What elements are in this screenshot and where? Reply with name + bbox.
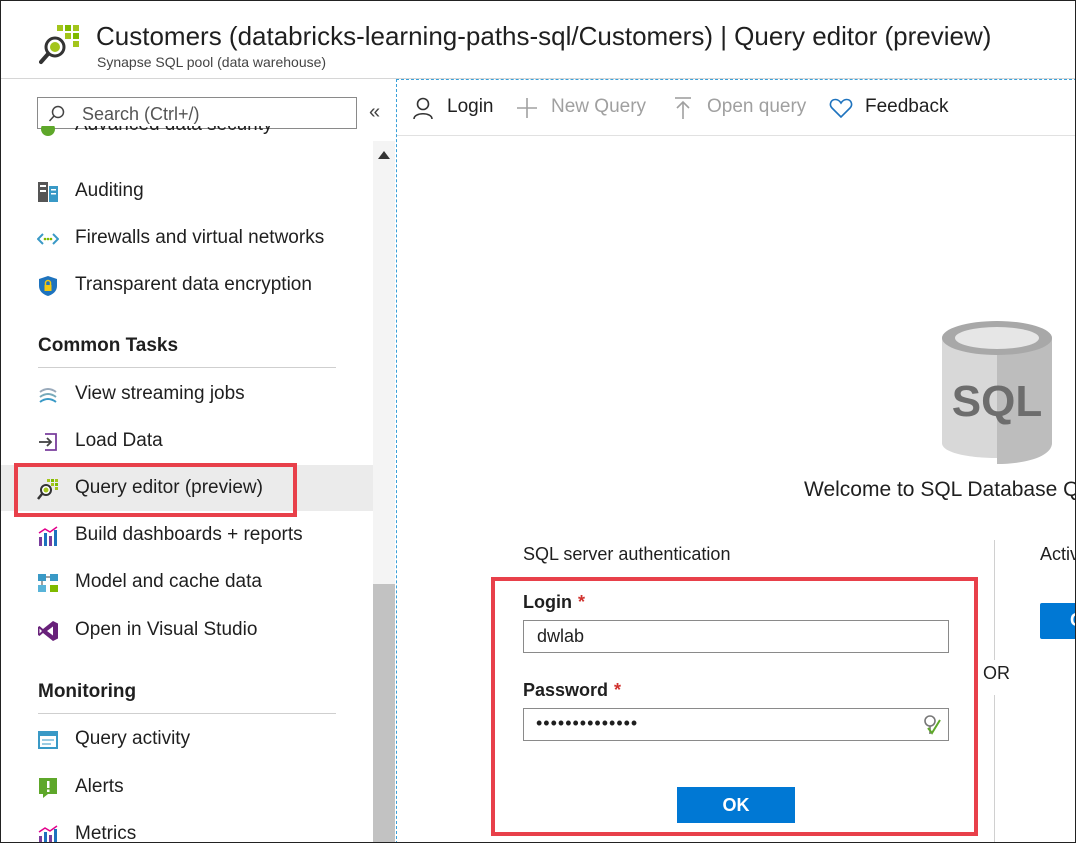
metrics-icon bbox=[38, 825, 58, 842]
scrollbar-thumb[interactable] bbox=[373, 584, 395, 842]
sql-icon-text: SQL bbox=[952, 377, 1042, 426]
highlight-box-query-editor bbox=[14, 463, 297, 517]
sidebar-item-alerts[interactable]: Alerts bbox=[1, 764, 373, 810]
feedback-label: Feedback bbox=[865, 96, 949, 117]
search-icon bbox=[48, 105, 65, 122]
alerts-icon bbox=[39, 778, 57, 798]
scroll-up-arrow-icon[interactable] bbox=[378, 151, 390, 159]
sidebar-item-firewalls[interactable]: Firewalls and virtual networks bbox=[1, 215, 373, 261]
sidebar-item-label: Auditing bbox=[75, 180, 144, 201]
section-heading-monitoring: Monitoring bbox=[38, 681, 137, 702]
sidebar-item-label: Advanced data security bbox=[75, 126, 273, 136]
login-button[interactable]: Login bbox=[411, 94, 501, 122]
query-activity-icon bbox=[38, 731, 58, 749]
continue-button-label: C bbox=[1070, 610, 1075, 631]
auditing-icon bbox=[38, 182, 58, 202]
sidebar-item-label: Firewalls and virtual networks bbox=[75, 227, 325, 248]
sidebar-item-label: View streaming jobs bbox=[75, 383, 245, 404]
window-frame: Customers (databricks-learning-paths-sql… bbox=[0, 0, 1076, 843]
shield-lock-icon bbox=[39, 276, 57, 296]
sidebar-item-view-streaming-jobs[interactable]: View streaming jobs bbox=[1, 371, 373, 417]
sidebar-item-label: Transparent data encryption bbox=[75, 274, 312, 295]
highlight-box-credentials bbox=[491, 577, 978, 836]
auth-section-title: SQL server authentication bbox=[523, 544, 731, 564]
section-divider bbox=[38, 713, 336, 714]
or-divider-bottom bbox=[994, 695, 995, 842]
load-data-icon bbox=[39, 433, 57, 451]
new-query-label: New Query bbox=[551, 96, 647, 117]
advanced-security-icon bbox=[41, 126, 55, 136]
sidebar-item-open-in-visual-studio[interactable]: Open in Visual Studio bbox=[1, 607, 373, 653]
plus-icon bbox=[517, 98, 537, 118]
sidebar-item-label: Load Data bbox=[75, 430, 163, 451]
dashboards-icon bbox=[38, 526, 58, 546]
command-bar: Login New Query Open query Feedback bbox=[397, 80, 1075, 136]
person-icon bbox=[413, 97, 433, 120]
sidebar-item-advanced-data-security[interactable]: Advanced data security bbox=[1, 126, 373, 146]
model-cache-icon bbox=[38, 574, 58, 592]
section-heading-common-tasks: Common Tasks bbox=[38, 335, 179, 356]
active-directory-continue-button[interactable]: C bbox=[1040, 603, 1075, 639]
or-divider-top bbox=[994, 540, 995, 660]
visual-studio-icon bbox=[38, 621, 58, 641]
sidebar-item-label: Open in Visual Studio bbox=[75, 619, 258, 640]
query-editor-pane: Login New Query Open query Feedback SQL … bbox=[396, 79, 1076, 842]
sidebar-item-label: Alerts bbox=[75, 776, 124, 797]
resource-menu-sidebar: Search (Ctrl+/) « Advanced data security… bbox=[1, 79, 395, 843]
sidebar-scrollbar[interactable] bbox=[373, 141, 395, 842]
page-title: Customers (databricks-learning-paths-sql… bbox=[96, 21, 992, 51]
sidebar-item-metrics[interactable]: Metrics bbox=[1, 811, 373, 843]
sidebar-item-auditing[interactable]: Auditing bbox=[1, 168, 373, 214]
new-query-button[interactable]: New Query bbox=[515, 94, 655, 122]
open-query-label: Open query bbox=[707, 96, 807, 117]
collapse-menu-button[interactable]: « bbox=[369, 101, 380, 124]
blade-header: Customers (databricks-learning-paths-sql… bbox=[1, 1, 1075, 79]
upload-arrow-icon bbox=[675, 97, 691, 119]
or-label: OR bbox=[983, 663, 1010, 683]
page-subtitle: Synapse SQL pool (data warehouse) bbox=[97, 54, 327, 70]
open-query-button[interactable]: Open query bbox=[671, 94, 811, 122]
feedback-button[interactable]: Feedback bbox=[829, 94, 959, 122]
heart-icon bbox=[829, 98, 853, 119]
sidebar-item-label: Query activity bbox=[75, 728, 191, 749]
sidebar-item-model-cache-data[interactable]: Model and cache data bbox=[1, 559, 373, 605]
sidebar-item-label: Build dashboards + reports bbox=[75, 524, 303, 545]
firewall-icon bbox=[37, 233, 59, 245]
search-input[interactable]: Search (Ctrl+/) bbox=[37, 97, 357, 129]
sidebar-item-load-data[interactable]: Load Data bbox=[1, 418, 373, 464]
streaming-jobs-icon bbox=[39, 388, 57, 403]
sidebar-item-label: Model and cache data bbox=[75, 571, 262, 592]
sidebar-item-transparent-data-encryption[interactable]: Transparent data encryption bbox=[1, 262, 373, 308]
welcome-heading: Welcome to SQL Database Q bbox=[804, 478, 1076, 501]
sidebar-item-query-activity[interactable]: Query activity bbox=[1, 716, 373, 762]
section-divider bbox=[38, 367, 336, 368]
sidebar-item-label: Metrics bbox=[75, 823, 137, 843]
search-placeholder: Search (Ctrl+/) bbox=[82, 104, 200, 124]
sql-database-icon: SQL bbox=[942, 321, 1052, 464]
query-editor-logo-icon bbox=[39, 25, 79, 64]
sidebar-item-build-dashboards[interactable]: Build dashboards + reports bbox=[1, 512, 373, 558]
active-directory-title: Activ bbox=[1040, 544, 1076, 564]
login-label: Login bbox=[447, 96, 494, 117]
